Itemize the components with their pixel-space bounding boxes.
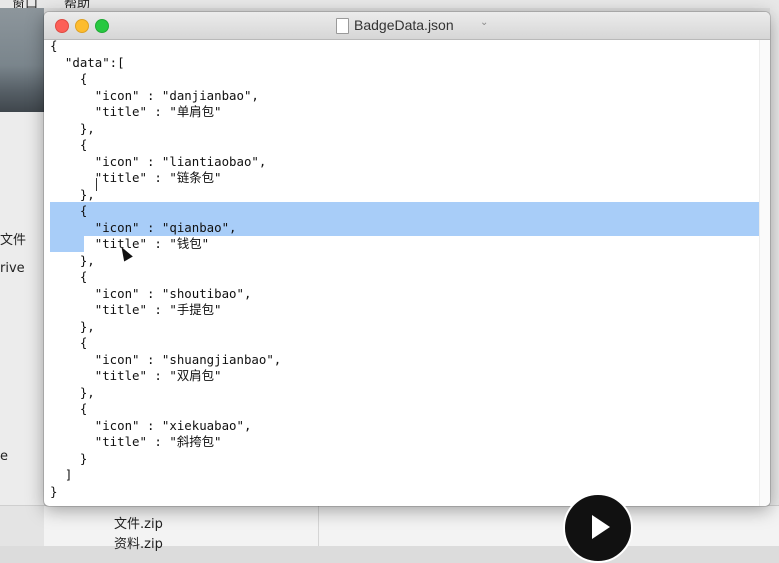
code-line-selected: "title" : "钱包": [50, 236, 210, 251]
code-line: "title" : "斜挎包": [50, 434, 222, 449]
code-line: },: [50, 384, 95, 400]
vertical-scrollbar[interactable]: [759, 40, 770, 506]
code-line: },: [50, 120, 95, 136]
title-bar[interactable]: BadgeData.json ⌄: [44, 12, 770, 40]
sidebar-item-files[interactable]: 文件: [0, 229, 26, 248]
code-line: "data":[: [50, 54, 125, 70]
code-line: "icon" : "xiekuabao",: [50, 417, 252, 433]
code-line: {: [50, 38, 58, 53]
code-line: ]: [50, 467, 73, 482]
code-line: {: [50, 203, 88, 218]
sidebar-item-other[interactable]: e: [0, 449, 8, 464]
finder-right-edge: [770, 8, 779, 505]
minimize-button[interactable]: [75, 19, 89, 33]
window-title[interactable]: BadgeData.json: [354, 17, 454, 33]
code-line: "icon" : "shuangjianbao",: [50, 351, 282, 367]
code-line-selected: "icon" : "qianbao",: [50, 219, 237, 235]
code-line: }: [50, 450, 88, 466]
file-item[interactable]: 文件.zip: [114, 513, 163, 532]
code-line: "title" : "链条包": [50, 170, 222, 185]
play-button[interactable]: [563, 493, 633, 563]
file-item[interactable]: 资料.zip: [114, 533, 163, 552]
sidebar-item-drive[interactable]: rive: [0, 261, 25, 276]
menu-bar: 窗口 帮助: [0, 0, 779, 8]
desktop-wallpaper-preview: [0, 8, 44, 112]
code-line: "icon" : "shoutibao",: [50, 285, 252, 301]
code-line: },: [50, 252, 95, 268]
code-line: {: [50, 269, 88, 284]
code-line: {: [50, 71, 88, 86]
code-line: "title" : "手提包": [50, 302, 222, 317]
code-line: {: [50, 401, 88, 416]
code-line: },: [50, 186, 95, 202]
text-cursor-icon: [96, 178, 97, 191]
code-editor[interactable]: { "data":[ { "icon" : "danjianbao", "tit…: [50, 38, 281, 500]
menu-item-window[interactable]: 窗口: [12, 0, 38, 8]
code-line: "title" : "双肩包": [50, 368, 222, 383]
play-icon: [592, 515, 610, 539]
code-line: "title" : "单肩包": [50, 104, 222, 119]
menu-item-help[interactable]: 帮助: [64, 0, 90, 8]
chevron-down-icon[interactable]: ⌄: [480, 17, 488, 28]
editor-window: BadgeData.json ⌄ { "data":[ { "icon" : "…: [44, 12, 770, 506]
close-button[interactable]: [55, 19, 69, 33]
code-line: "icon" : "danjianbao",: [50, 87, 259, 103]
code-line: },: [50, 318, 95, 334]
document-icon: [336, 18, 349, 34]
zoom-button[interactable]: [95, 19, 109, 33]
code-line: {: [50, 137, 88, 152]
code-line: "icon" : "liantiaobao",: [50, 153, 267, 169]
code-line: {: [50, 335, 88, 350]
code-line: }: [50, 483, 58, 499]
